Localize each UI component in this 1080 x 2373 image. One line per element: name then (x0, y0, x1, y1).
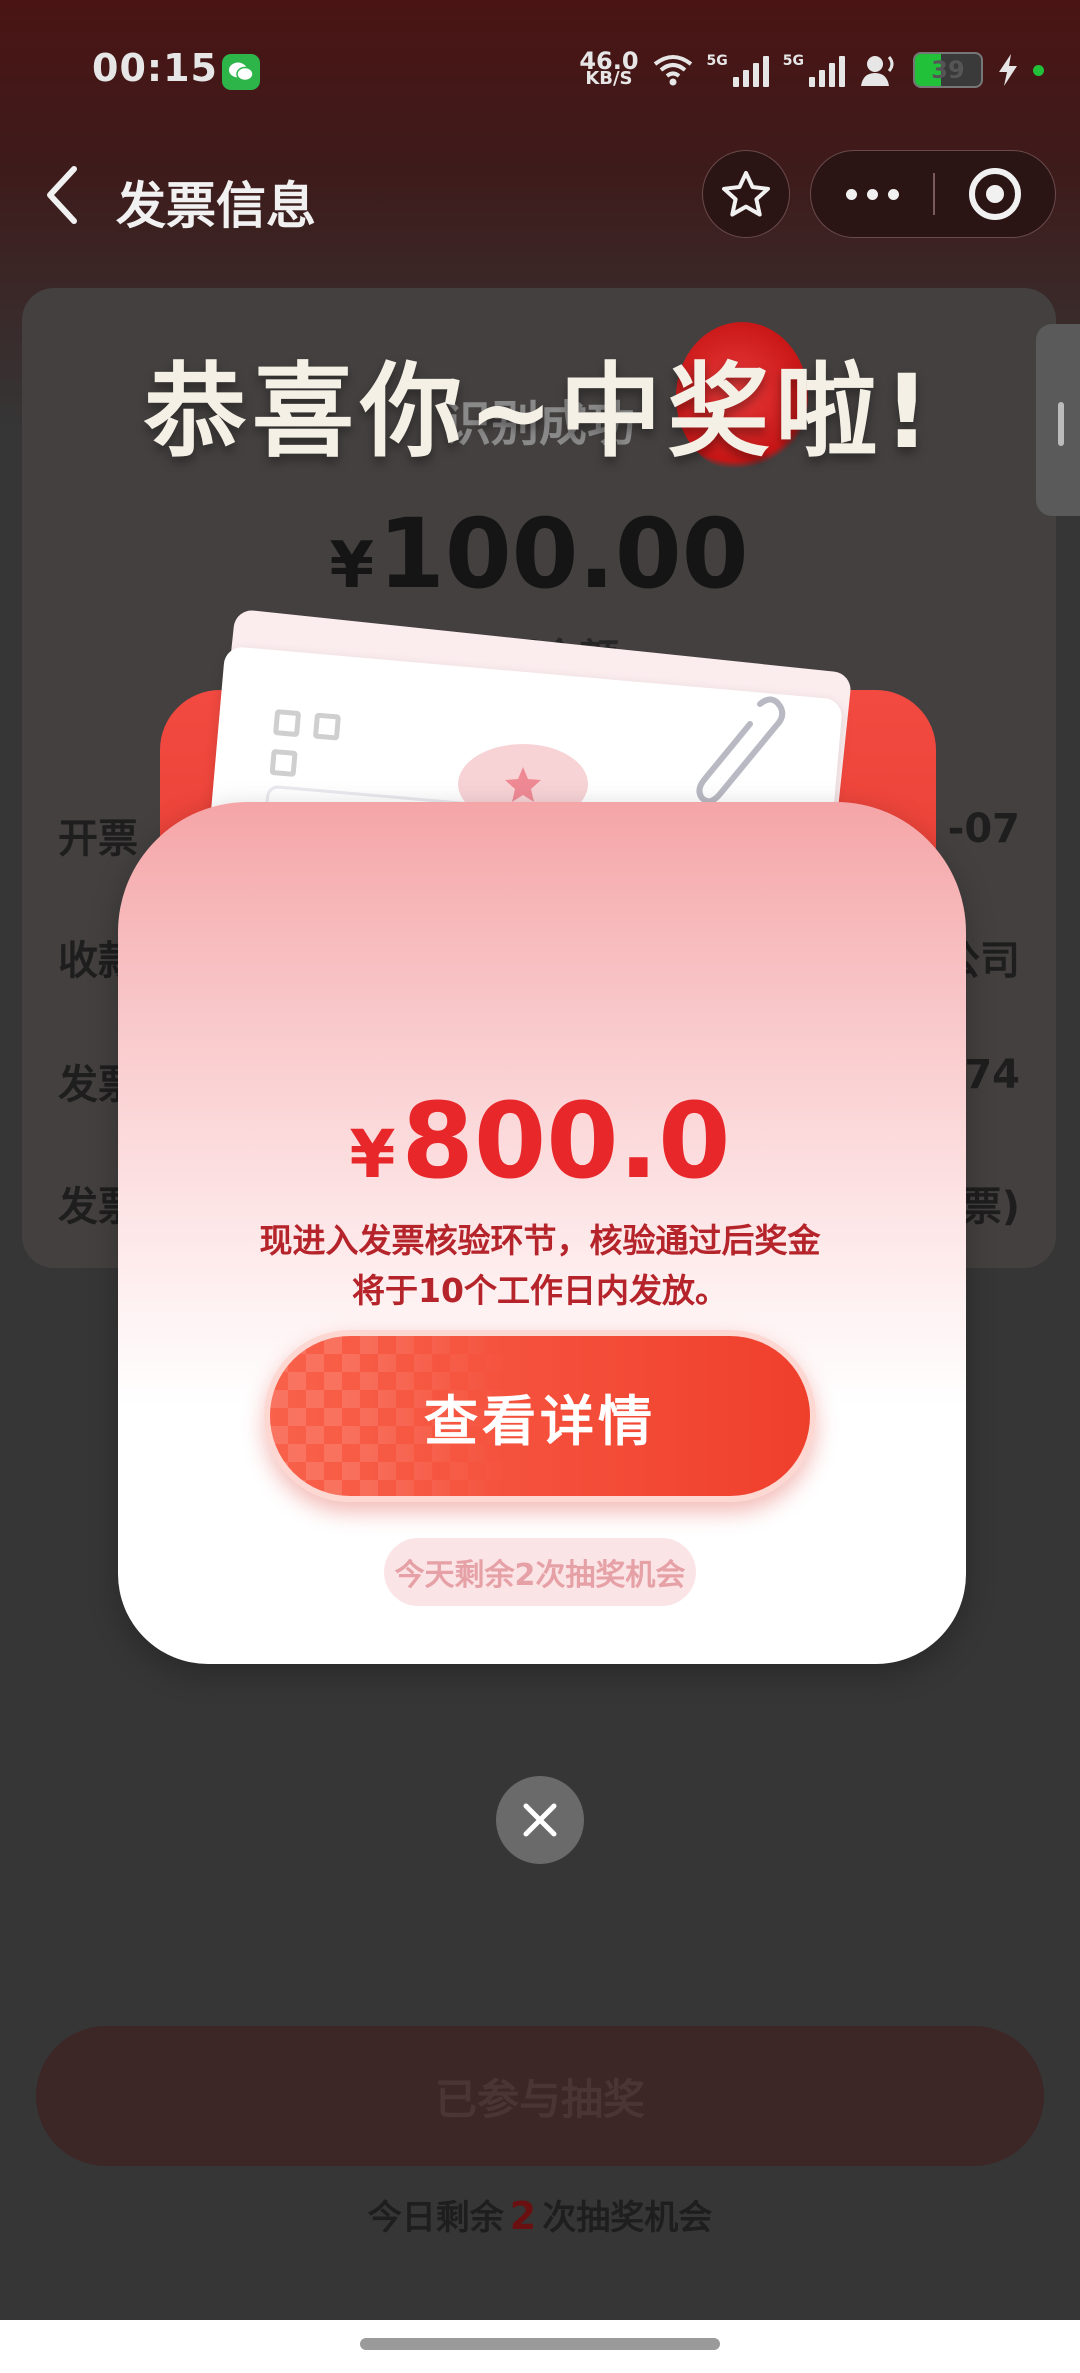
net-speed-unit: KB/S (585, 68, 633, 89)
wechat-icon (222, 54, 260, 90)
status-icons: 46.0 KB/S 5G 5G 39 (579, 48, 1044, 92)
close-icon (523, 1803, 557, 1837)
signal-icon: 5G (707, 53, 769, 87)
exit-mini-program-button[interactable] (935, 151, 1055, 237)
favorite-button[interactable] (702, 150, 790, 238)
more-button[interactable] (811, 151, 933, 237)
remaining-chances-text: 今日剩余 2 次抽奖机会 (0, 2190, 1080, 2239)
navigation-bar: 发票信息 (0, 140, 1080, 250)
wifi-icon (653, 55, 692, 86)
prize-currency: ¥ (349, 1116, 396, 1193)
net-speed: 46.0 KB/S (579, 49, 638, 89)
chances-count: 2 (509, 2194, 537, 2238)
battery-level: 39 (931, 56, 965, 84)
prize-value: 800.0 (401, 1080, 731, 1202)
more-icon (845, 188, 857, 200)
chances-prefix: 今日剩余 (367, 2198, 504, 2238)
amount-value: 100.00 (378, 498, 749, 610)
status-bar: 00:15 46.0 KB/S 5G 5G 39 (0, 0, 1080, 140)
info-row-key: 开票 (58, 816, 138, 862)
signal-icon: 5G (783, 53, 845, 87)
chevron-left-icon (47, 166, 77, 224)
popup-title: 恭喜你~中奖啦! (144, 353, 936, 472)
signal-label: 5G (782, 53, 804, 69)
privacy-dot-icon (1033, 64, 1044, 76)
headset-icon (861, 56, 894, 86)
target-icon (969, 168, 1021, 220)
remaining-chances-badge: 今天剩余2次抽奖机会 (384, 1538, 696, 1606)
battery-icon: 39 (913, 52, 983, 88)
status-time: 00:15 (92, 46, 218, 90)
view-details-button[interactable]: 查看详情 (264, 1330, 816, 1502)
back-button[interactable] (32, 162, 92, 228)
charging-icon (999, 54, 1017, 86)
joined-lottery-button[interactable]: 已参与抽奖 (36, 2026, 1044, 2166)
prize-amount: ¥800.0 (0, 1080, 1080, 1202)
chances-suffix: 次抽奖机会 (542, 2198, 713, 2238)
currency-symbol: ¥ (329, 529, 375, 603)
prize-description: 现进入发票核验环节，核验通过后奖金将于10个工作日内发放。 (259, 1221, 821, 1310)
mini-program-capsule (810, 150, 1056, 238)
info-row-value: -07 (947, 806, 1020, 852)
home-indicator[interactable] (360, 2338, 720, 2350)
view-details-label: 查看详情 (424, 1389, 656, 1453)
invoice-amount: ¥100.00 (22, 498, 1056, 610)
close-popup-button[interactable] (496, 1776, 584, 1864)
signal-label: 5G (706, 53, 728, 69)
qr-code-icon (269, 708, 347, 787)
page-title: 发票信息 (116, 177, 316, 235)
star-outline-icon (722, 171, 770, 217)
